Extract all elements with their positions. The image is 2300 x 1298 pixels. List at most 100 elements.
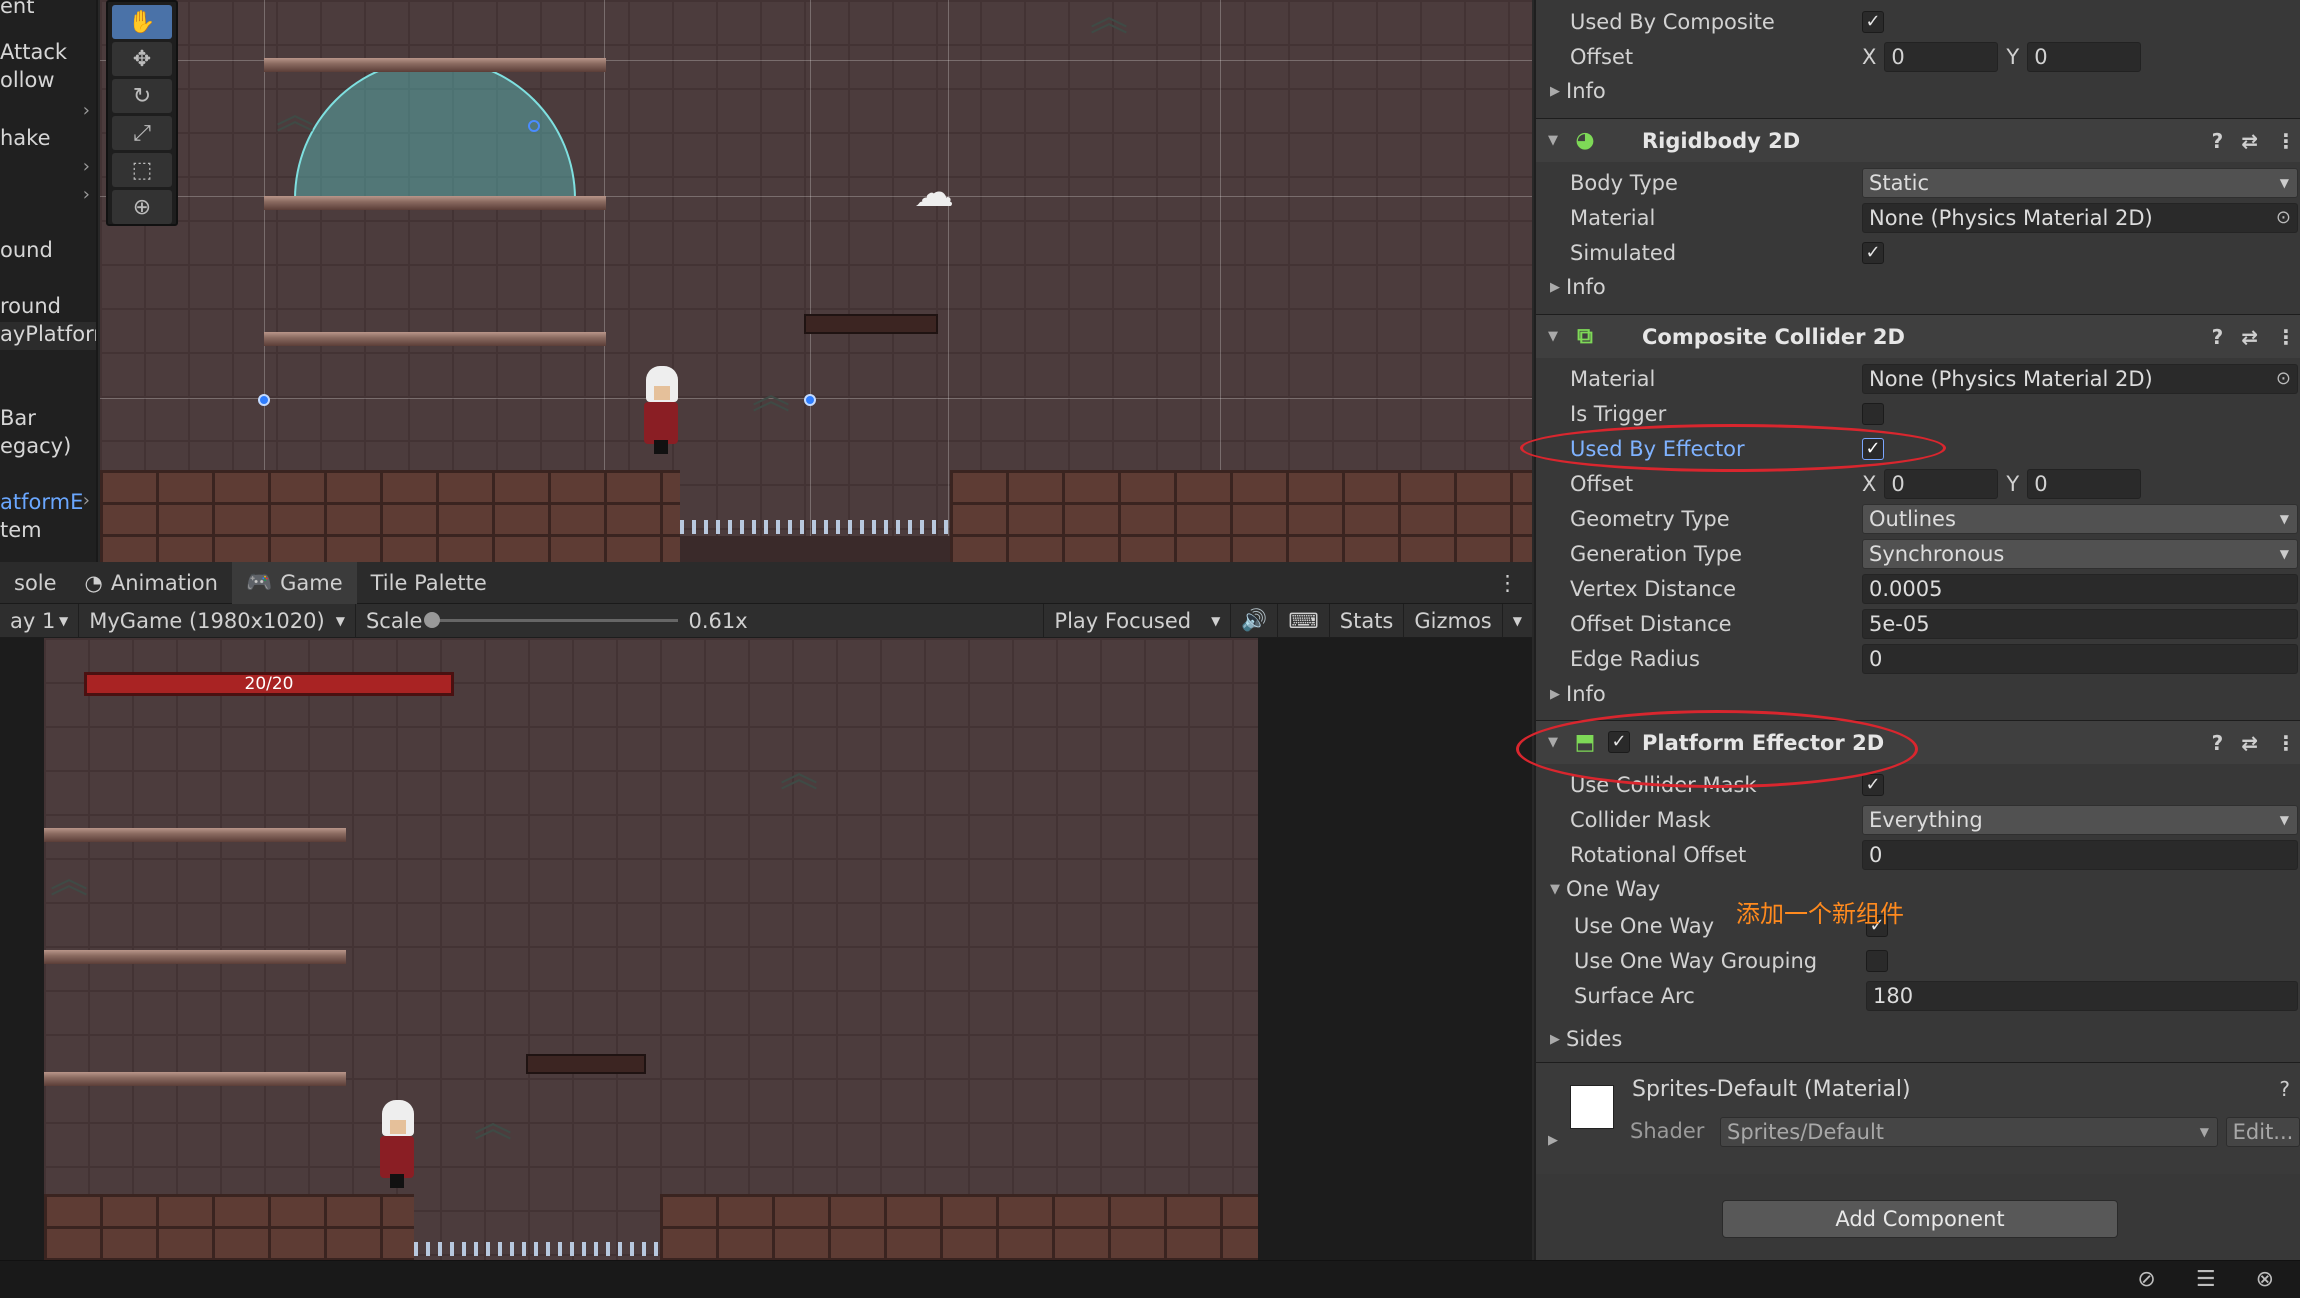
- stats-button[interactable]: Stats: [1330, 603, 1405, 638]
- help-icon[interactable]: ?: [2212, 325, 2224, 349]
- rigidbody-2d-header[interactable]: ▼ ◕ Rigidbody 2D ? ⇄ ⋮: [1536, 118, 2300, 162]
- add-component-button[interactable]: Add Component: [1722, 1200, 2118, 1238]
- more-menu-icon[interactable]: ⋮: [2276, 129, 2296, 153]
- info-foldout[interactable]: ▶ Info: [1550, 79, 1606, 103]
- is-trigger-checkbox[interactable]: [1862, 402, 1884, 425]
- display-dropdown[interactable]: ay 1 ▼: [0, 603, 80, 638]
- chevron-right-icon[interactable]: ›: [83, 156, 90, 177]
- scale-slider[interactable]: [424, 612, 679, 628]
- scale-control[interactable]: Scale 0.61x: [356, 604, 1043, 638]
- used-by-composite-checkbox[interactable]: ✓: [1862, 10, 1884, 33]
- collider-mask-dropdown[interactable]: Everything: [1862, 804, 2298, 835]
- camera-gizmo-icon[interactable]: ☁: [914, 170, 954, 216]
- preset-icon[interactable]: ⇄: [2241, 129, 2258, 153]
- chevron-right-icon[interactable]: ›: [83, 100, 90, 121]
- hand-tool-icon[interactable]: ✋: [112, 5, 172, 39]
- edge-radius-field[interactable]: 0: [1862, 643, 2298, 674]
- tab-tile-palette[interactable]: Tile Palette: [357, 562, 501, 604]
- help-icon[interactable]: ?: [2212, 129, 2224, 153]
- slider-knob[interactable]: [424, 612, 441, 628]
- info-foldout[interactable]: ▶ Info: [1550, 275, 1606, 299]
- vertex-distance-field[interactable]: 0.0005: [1862, 573, 2298, 604]
- hierarchy-item[interactable]: hake: [0, 126, 96, 154]
- chevron-down-icon[interactable]: ▼: [1503, 604, 1532, 638]
- scene-view[interactable]: ︽ ︽ ︽ ☁ ✋ ✥ ↻ ⤢ ⬚ ⊕: [100, 0, 1532, 562]
- generation-type-dropdown[interactable]: Synchronous: [1862, 538, 2298, 569]
- rotational-offset-field[interactable]: 0: [1862, 839, 2298, 870]
- chevron-right-icon[interactable]: ›: [83, 184, 90, 205]
- sides-foldout[interactable]: ▶ Sides: [1550, 1027, 1622, 1051]
- shader-dropdown[interactable]: Sprites/Default ▼: [1720, 1117, 2218, 1147]
- preset-icon[interactable]: ⇄: [2241, 325, 2258, 349]
- gamepad-icon: 🎮: [245, 570, 273, 594]
- rotate-tool-icon[interactable]: ↻: [112, 79, 172, 113]
- use-one-way-grouping-row: Use One Way Grouping: [1536, 943, 2300, 978]
- hierarchy-item[interactable]: ayPlatform: [0, 322, 96, 350]
- geometry-type-dropdown[interactable]: Outlines: [1862, 503, 2298, 534]
- triangle-right-icon[interactable]: ▶: [1548, 1133, 1558, 1148]
- info-foldout[interactable]: ▶ Info: [1550, 682, 1606, 706]
- scale-label: Scale: [365, 608, 423, 633]
- tab-game[interactable]: 🎮 Game: [231, 561, 357, 604]
- tab-animation[interactable]: ◔ Animation: [71, 562, 232, 604]
- surface-arc-field[interactable]: 180: [1866, 980, 2298, 1011]
- hierarchy-item[interactable]: ›: [0, 156, 96, 184]
- offset-y-field[interactable]: 0: [2027, 468, 2142, 499]
- preset-icon[interactable]: ⇄: [2241, 731, 2258, 755]
- more-menu-icon[interactable]: ⋮: [1483, 562, 1532, 604]
- resolution-dropdown[interactable]: MyGame (1980x1020) ▼: [79, 603, 356, 638]
- arc-handle[interactable]: [528, 120, 540, 132]
- offset-distance-field[interactable]: 5e-05: [1862, 608, 2298, 639]
- hierarchy-item-label: Attack: [0, 40, 68, 64]
- hierarchy-item[interactable]: Attack: [0, 40, 96, 68]
- help-icon[interactable]: ?: [2212, 731, 2224, 755]
- bound-handle[interactable]: [258, 394, 270, 406]
- hierarchy-item[interactable]: ›: [0, 100, 96, 128]
- annotation-oval: [1516, 710, 1918, 788]
- bug-off-icon[interactable]: ⊗: [2256, 1267, 2274, 1292]
- use-one-way-grouping-checkbox[interactable]: [1866, 949, 1888, 972]
- hierarchy-item[interactable]: Bar: [0, 406, 96, 434]
- hierarchy-item[interactable]: round: [0, 294, 96, 322]
- simulated-checkbox[interactable]: ✓: [1862, 241, 1884, 264]
- hierarchy-item[interactable]: atformE ›: [0, 490, 96, 518]
- debug-off-icon[interactable]: ⊘: [2137, 1267, 2155, 1292]
- unity-editor: ent Attack ollow › hake › › ound round ayPlatform…: [0, 0, 2300, 1298]
- offset-x-field[interactable]: 0: [1884, 41, 1999, 72]
- hierarchy-item[interactable]: egacy): [0, 434, 96, 462]
- bound-handle[interactable]: [804, 394, 816, 406]
- keyboard-icon[interactable]: ⌨: [1278, 603, 1330, 638]
- hierarchy-item[interactable]: ent: [0, 0, 96, 22]
- field-label: Offset: [1570, 44, 1634, 69]
- cc-material-field[interactable]: None (Physics Material 2D): [1862, 363, 2298, 394]
- move-tool-icon[interactable]: ✥: [112, 42, 172, 76]
- transform-tool-icon[interactable]: ⊕: [112, 190, 172, 224]
- gizmos-button[interactable]: Gizmos: [1404, 603, 1503, 638]
- more-menu-icon[interactable]: ⋮: [2276, 325, 2296, 349]
- game-view[interactable]: 20/20 ︽ ︽ ︽: [0, 638, 1532, 1260]
- offset-x-field[interactable]: 0: [1884, 468, 1999, 499]
- scale-tool-icon[interactable]: ⤢: [112, 116, 172, 150]
- rect-tool-icon[interactable]: ⬚: [112, 153, 172, 187]
- field-label: Offset: [1570, 471, 1634, 496]
- edit-shader-button[interactable]: Edit...: [2226, 1117, 2300, 1147]
- body-type-dropdown[interactable]: Static: [1862, 167, 2298, 198]
- hierarchy-item[interactable]: ollow: [0, 68, 96, 96]
- body-type-row: Body Type Static: [1536, 165, 2300, 200]
- layers-icon[interactable]: ☰: [2196, 1267, 2216, 1292]
- rb-material-field[interactable]: None (Physics Material 2D): [1862, 202, 2298, 233]
- mute-audio-icon[interactable]: 🔊: [1231, 603, 1279, 638]
- hierarchy-item[interactable]: tem: [0, 518, 96, 546]
- hierarchy-item[interactable]: ›: [0, 184, 96, 212]
- help-icon[interactable]: ?: [2279, 1077, 2290, 1101]
- hierarchy-item[interactable]: ound: [0, 238, 96, 266]
- chevron-right-icon[interactable]: ›: [83, 490, 90, 511]
- composite-collider-header[interactable]: ▼ ⧉ Composite Collider 2D ? ⇄ ⋮: [1536, 314, 2300, 358]
- more-menu-icon[interactable]: ⋮: [2276, 731, 2296, 755]
- play-mode-dropdown[interactable]: Play Focused ▼: [1043, 603, 1232, 638]
- use-collider-mask-checkbox[interactable]: ✓: [1862, 773, 1884, 796]
- offset-y-field[interactable]: 0: [2027, 41, 2142, 72]
- one-way-foldout[interactable]: ▼ One Way: [1550, 877, 1660, 901]
- spikes: [414, 1242, 660, 1256]
- tab-console[interactable]: sole: [0, 562, 71, 604]
